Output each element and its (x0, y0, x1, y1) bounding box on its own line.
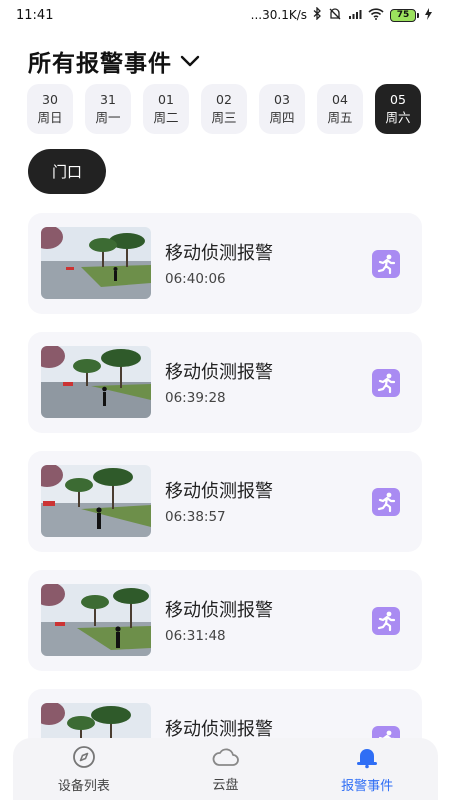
date-weekday: 周一 (95, 110, 121, 125)
chevron-down-icon (180, 52, 200, 71)
status-bar: 11:41 ...30.1K/s 75 (0, 0, 450, 30)
page-title: 所有报警事件 (28, 51, 172, 77)
wifi-icon (368, 7, 384, 23)
event-title: 移动侦测报警 (165, 481, 273, 502)
running-person-icon (372, 488, 400, 516)
running-person-icon (372, 250, 400, 278)
date-weekday: 周六 (385, 110, 411, 125)
event-card[interactable]: 移动侦测报警 06:38:57 (28, 451, 422, 552)
tab-device-list[interactable]: 设备列表 (13, 738, 155, 800)
event-card[interactable]: 移动侦测报警 06:31:48 (28, 570, 422, 671)
date-chip-03[interactable]: 03 周四 (259, 84, 305, 134)
event-card[interactable]: 移动侦测报警 06:39:28 (28, 332, 422, 433)
compass-icon (72, 745, 96, 773)
date-day: 03 (274, 92, 290, 107)
hd-signal-icon (348, 7, 362, 23)
date-weekday: 周日 (37, 110, 63, 125)
date-day: 04 (332, 92, 348, 107)
event-card[interactable]: 移动侦测报警 06:40:06 (28, 213, 422, 314)
event-thumbnail[interactable] (41, 346, 151, 418)
status-icons: ...30.1K/s 75 (250, 6, 432, 24)
event-filter-dropdown[interactable]: 所有报警事件 (28, 44, 200, 78)
device-filter-chip[interactable]: 门口 (28, 149, 106, 194)
tab-cloud-drive[interactable]: 云盘 (155, 738, 297, 800)
date-weekday: 周二 (153, 110, 179, 125)
bell-icon (354, 745, 380, 773)
date-day: 01 (158, 92, 174, 107)
running-person-icon (372, 369, 400, 397)
date-chip-05-selected[interactable]: 05 周六 (375, 84, 421, 134)
running-person-icon (372, 607, 400, 635)
event-thumbnail[interactable] (41, 584, 151, 656)
date-chip-01[interactable]: 01 周二 (143, 84, 189, 134)
status-time: 11:41 (16, 7, 54, 23)
bluetooth-icon (313, 6, 322, 23)
date-day: 05 (390, 92, 406, 107)
tab-label: 报警事件 (341, 778, 394, 794)
tab-alarm-events[interactable]: 报警事件 (296, 738, 438, 800)
event-time: 06:40:06 (165, 271, 226, 287)
cloud-icon (212, 746, 240, 772)
bottom-tab-bar: 设备列表 云盘 报警事件 (13, 738, 438, 800)
date-day: 31 (100, 92, 116, 107)
date-chip-31[interactable]: 31 周一 (85, 84, 131, 134)
date-chip-02[interactable]: 02 周三 (201, 84, 247, 134)
date-day: 30 (42, 92, 58, 107)
mute-icon (328, 7, 342, 24)
date-chip-30[interactable]: 30 周日 (27, 84, 73, 134)
date-day: 02 (216, 92, 232, 107)
date-weekday: 周四 (269, 110, 295, 125)
date-selector: 30 周日 31 周一 01 周二 02 周三 03 周四 04 周五 05 周六 (27, 84, 421, 134)
network-speed: ...30.1K/s (250, 8, 307, 22)
event-time: 06:31:48 (165, 628, 226, 644)
tab-label: 设备列表 (57, 778, 110, 794)
event-time: 06:39:28 (165, 390, 226, 406)
date-chip-04[interactable]: 04 周五 (317, 84, 363, 134)
event-title: 移动侦测报警 (165, 362, 273, 383)
event-title: 移动侦测报警 (165, 600, 273, 621)
event-thumbnail[interactable] (41, 227, 151, 299)
event-list: 移动侦测报警 06:40:06 移动侦测报警 06:39:28 移动侦测报警 0… (28, 213, 422, 800)
event-thumbnail[interactable] (41, 465, 151, 537)
date-weekday: 周三 (211, 110, 237, 125)
event-time: 06:38:57 (165, 509, 226, 525)
battery-icon: 75 (390, 8, 419, 22)
event-title: 移动侦测报警 (165, 243, 273, 264)
tab-label: 云盘 (212, 777, 239, 793)
date-weekday: 周五 (327, 110, 353, 125)
charging-icon (425, 7, 432, 23)
battery-level: 75 (390, 8, 416, 22)
